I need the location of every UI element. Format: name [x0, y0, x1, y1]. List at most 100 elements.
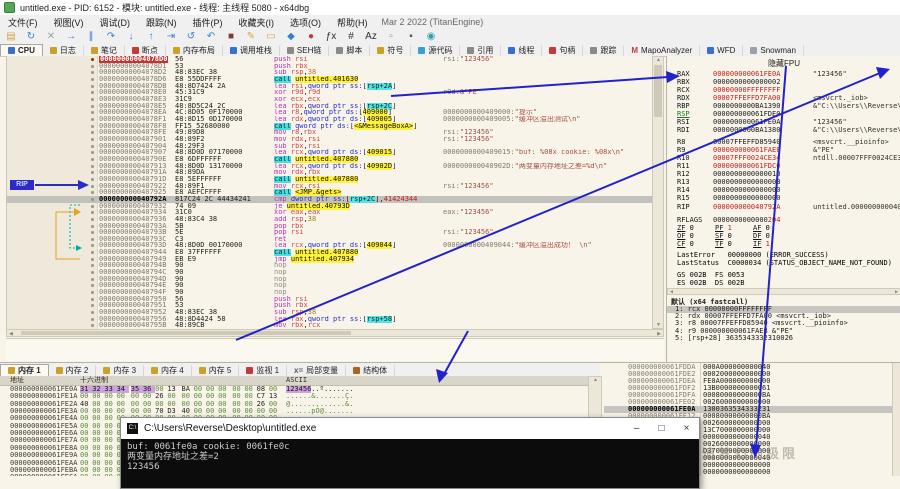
row-dot[interactable] [91, 178, 94, 181]
console-close-button[interactable]: × [674, 418, 699, 439]
register-row-r10[interactable]: R10 00007FFF0024CE34 ntdll.00007FFF0024CE3… [667, 154, 900, 162]
tab-内存1[interactable]: 内存 1 [0, 364, 49, 376]
row-dot[interactable] [91, 125, 94, 128]
register-value[interactable]: 000000000000000B [713, 178, 780, 186]
row-dot[interactable] [91, 205, 94, 208]
menu-item[interactable]: 插件(P) [185, 16, 231, 29]
register-row-r14[interactable]: R14 0000000000000000 [667, 186, 900, 194]
dump-row[interactable]: 000000000061FE1A 00 00 00 00 00 00 26 00 00 00 00 00… [0, 393, 588, 400]
register-value[interactable]: 000000000061FAE8 [713, 146, 780, 154]
registers-panel[interactable]: 隐藏FPU RAX 000000000061FE0A "123456" RBX 0000… [666, 56, 900, 362]
register-row-rsi[interactable]: RSI 000000000061FE0A "123456" [667, 118, 900, 126]
register-value[interactable]: 0000000000000204 [713, 216, 780, 224]
strings-icon[interactable]: Az [362, 30, 380, 43]
tab-跟踪[interactable]: 跟踪 [583, 45, 625, 56]
row-dot[interactable] [91, 78, 94, 81]
register-value[interactable]: 000000000061FDE0 [713, 110, 780, 118]
row-dot[interactable] [91, 131, 94, 134]
register-row-rax[interactable]: RAX 000000000061FE0A "123456" [667, 70, 900, 78]
register-value[interactable]: 000000000040792A [713, 203, 780, 211]
row-dot[interactable] [91, 244, 94, 247]
tab-内存4[interactable]: 内存 4 [144, 365, 192, 376]
register-row-rdx[interactable]: RDX 00007FFEFFD7FA00 <msvcrt._iob> [667, 94, 900, 102]
register-value[interactable]: 0000000000000000 [713, 194, 780, 202]
row-dot[interactable] [91, 171, 94, 174]
register-value[interactable]: 0000000000000002 [713, 78, 780, 86]
attach-icon[interactable]: ▫ [382, 30, 400, 43]
row-dot[interactable] [91, 251, 94, 254]
trace-over-icon[interactable]: ↶ [202, 30, 220, 43]
ordinal-icon[interactable]: # [342, 30, 360, 43]
label-icon[interactable]: ▭ [262, 30, 280, 43]
row-dot[interactable] [91, 138, 94, 141]
disassembly-vertical-scrollbar[interactable]: ▲ ▼ [652, 56, 664, 329]
function-icon[interactable]: ƒx [322, 30, 340, 43]
tab-WFD[interactable]: WFD [700, 45, 744, 56]
tab-局部变量[interactable]: x= 局部变量 [287, 365, 347, 376]
row-dot[interactable] [91, 198, 94, 201]
tab-线程[interactable]: 线程 [501, 45, 543, 56]
tab-源代码[interactable]: 源代码 [411, 45, 461, 56]
register-value[interactable]: 0000000000BA1380 [713, 126, 780, 134]
run-icon[interactable]: → [62, 30, 80, 43]
row-dot[interactable] [91, 71, 94, 74]
row-dot[interactable] [91, 85, 94, 88]
row-dot[interactable] [91, 324, 94, 327]
row-dot[interactable] [91, 65, 94, 68]
tab-CPU[interactable]: CPU [0, 44, 43, 56]
comment-icon[interactable]: ✎ [242, 30, 260, 43]
register-row-r15[interactable]: R15 0000000000000000 [667, 194, 900, 202]
row-dot[interactable] [91, 311, 94, 314]
row-dot[interactable] [91, 225, 94, 228]
tab-结构体[interactable]: 结构体 [346, 365, 396, 376]
register-value[interactable]: 00000000FFFFFFFF [713, 86, 780, 94]
row-dot[interactable] [91, 98, 94, 101]
row-dot[interactable] [91, 291, 94, 294]
register-row-r12[interactable]: R12 0000000000000010 [667, 170, 900, 178]
row-dot[interactable] [91, 185, 94, 188]
tab-笔记[interactable]: 笔记 [84, 45, 125, 56]
settings-icon[interactable]: ▪ [402, 30, 420, 43]
row-dot[interactable] [91, 271, 94, 274]
tab-内存5[interactable]: 内存 5 [192, 365, 240, 376]
row-dot[interactable] [91, 318, 94, 321]
tab-Snowman[interactable]: Snowman [743, 45, 804, 56]
row-dot[interactable] [91, 298, 94, 301]
register-value[interactable]: 00007FFF0024CE34 [713, 154, 780, 162]
registers-horizontal-scrollbar[interactable]: ◀ ▶ [667, 288, 900, 295]
register-value[interactable]: 00007FFEFFD85940 [713, 138, 780, 146]
console-minimize-button[interactable]: – [624, 418, 649, 439]
row-dot[interactable] [91, 118, 94, 121]
console-window[interactable]: C:\ C:\Users\Reverse\Desktop\untitled.ex… [120, 417, 700, 489]
register-value[interactable]: 0000000000BA1390 [713, 102, 780, 110]
row-dot[interactable] [91, 258, 94, 261]
breakpoint-icon[interactable]: ● [302, 30, 320, 43]
tab-日志[interactable]: 日志 [43, 45, 84, 56]
register-value[interactable]: 0000000000000010 [713, 170, 780, 178]
row-dot[interactable] [91, 158, 94, 161]
row-dot[interactable] [91, 304, 94, 307]
bookmark-icon[interactable]: ◆ [282, 30, 300, 43]
console-maximize-button[interactable]: □ [649, 418, 674, 439]
step-over-icon[interactable]: ↷ [102, 30, 120, 43]
register-row-r11[interactable]: R11 000000000061FDC0 [667, 162, 900, 170]
open-file-icon[interactable]: ▤ [2, 30, 20, 43]
tab-句柄[interactable]: 句柄 [542, 45, 584, 56]
row-dot[interactable] [91, 145, 94, 148]
menu-item[interactable]: 跟踪(N) [138, 16, 185, 29]
row-dot[interactable] [91, 191, 94, 194]
tab-符号[interactable]: 符号 [370, 45, 412, 56]
row-dot[interactable] [91, 91, 94, 94]
tab-SEH链[interactable]: SEH链 [280, 45, 330, 56]
register-value[interactable]: 000000000061FE0A [713, 70, 780, 78]
tab-内存2[interactable]: 内存 2 [49, 365, 97, 376]
tab-MapoAnalyzer[interactable]: M MapoAnalyzer [624, 45, 701, 56]
close-icon[interactable]: ✕ [42, 30, 60, 43]
disassembly-horizontal-scrollbar[interactable]: ◀ ▶ [6, 329, 664, 337]
menu-item[interactable]: 帮助(H) [329, 16, 376, 29]
row-dot[interactable] [91, 151, 94, 154]
register-row-rbx[interactable]: RBX 0000000000000002 [667, 78, 900, 86]
register-value[interactable]: 00007FFEFFD7FA00 [713, 94, 780, 102]
patch-icon[interactable]: ■ [222, 30, 240, 43]
register-row-rcx[interactable]: RCX 00000000FFFFFFFF [667, 86, 900, 94]
